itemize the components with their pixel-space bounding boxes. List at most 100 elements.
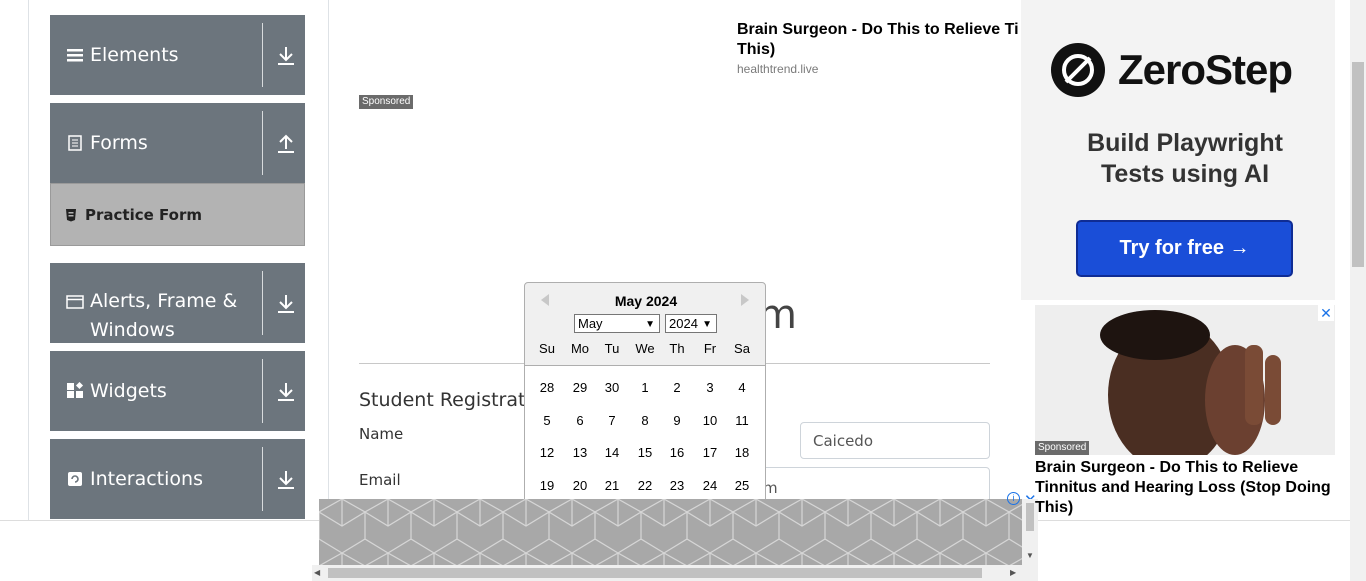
sidebar-group-forms[interactable]: Forms xyxy=(50,103,305,183)
try-for-free-button[interactable]: Try for free → xyxy=(1076,220,1293,277)
scrollbar-thumb[interactable] xyxy=(328,568,982,578)
divider xyxy=(262,271,263,335)
html5-icon xyxy=(66,208,76,221)
divider xyxy=(262,447,263,511)
weekday-label: Sa xyxy=(734,341,750,356)
chevron-down-icon: ▼ xyxy=(645,319,655,330)
zerostep-logo-icon xyxy=(1051,43,1105,97)
ad-title-line2: This) xyxy=(737,41,776,58)
calendar-day[interactable]: 29 xyxy=(564,380,596,395)
calendar-day[interactable]: 6 xyxy=(564,413,596,428)
weekday-label: Tu xyxy=(604,341,620,356)
chevron-right-icon[interactable]: ▶ xyxy=(1010,568,1016,577)
group-header[interactable]: Alerts, Frame & Windows xyxy=(50,263,262,343)
ad-title[interactable]: Brain Surgeon - Do This to Relieve Ti Th… xyxy=(737,20,1027,60)
tagline-line1: Build Playwright xyxy=(1087,129,1283,157)
calendar-day[interactable]: 20 xyxy=(564,478,596,493)
calendar-day[interactable]: 17 xyxy=(694,445,726,460)
calendar-day[interactable]: 2 xyxy=(661,380,693,395)
close-icon[interactable]: ✕ xyxy=(1318,305,1334,321)
weekday-label: Mo xyxy=(570,341,590,356)
sidebar-group-alerts[interactable]: Alerts, Frame & Windows xyxy=(50,263,305,343)
month-select-value: May xyxy=(578,316,603,331)
weekday-label: Th xyxy=(669,341,685,356)
calendar-day[interactable]: 5 xyxy=(531,413,563,428)
email-label: Email xyxy=(359,471,401,489)
sidebar-item-label: Practice Form xyxy=(85,205,202,224)
year-select[interactable]: 2024 ▼ xyxy=(665,314,717,333)
left-border xyxy=(28,0,29,520)
group-header[interactable]: Interactions xyxy=(50,439,262,519)
calendar-day[interactable]: 3 xyxy=(694,380,726,395)
calendar-day[interactable]: 9 xyxy=(661,413,693,428)
chevron-left-icon[interactable]: ◀ xyxy=(314,568,320,577)
calendar-day[interactable]: 21 xyxy=(596,478,628,493)
calendar-day[interactable]: 14 xyxy=(596,445,628,460)
chevron-down-icon: ▼ xyxy=(702,319,712,330)
calendar-day[interactable]: 13 xyxy=(564,445,596,460)
group-label: Widgets xyxy=(90,379,167,402)
sidebar-group-widgets[interactable]: Widgets xyxy=(50,351,305,431)
chevron-down-icon[interactable]: ▼ xyxy=(1026,551,1034,560)
sidebar-group-elements[interactable]: Elements xyxy=(50,15,305,95)
calendar-day[interactable]: 30 xyxy=(596,380,628,395)
calendar-day[interactable]: 16 xyxy=(661,445,693,460)
calendar-day[interactable]: 18 xyxy=(726,445,758,460)
download-icon[interactable] xyxy=(277,293,295,315)
weekday-label: We xyxy=(635,341,655,356)
calendar-day[interactable]: 12 xyxy=(531,445,563,460)
sponsored-badge: Sponsored xyxy=(359,95,414,109)
pattern-image xyxy=(319,499,1022,565)
zerostep-brand: ZeroStep xyxy=(1118,46,1293,93)
divider xyxy=(262,23,263,87)
scrollbar-thumb[interactable] xyxy=(1026,503,1034,531)
sidebar-item-practice-form[interactable]: Practice Form xyxy=(50,183,305,246)
calendar-day[interactable]: 8 xyxy=(629,413,661,428)
scrollbar-thumb[interactable] xyxy=(1352,62,1364,267)
calendar-day[interactable]: 15 xyxy=(629,445,661,460)
calendar-day[interactable]: 22 xyxy=(629,478,661,493)
ad-info-icon[interactable]: i xyxy=(1007,492,1020,505)
page-scrollbar[interactable] xyxy=(1350,0,1366,581)
calendar-day[interactable]: 10 xyxy=(694,413,726,428)
month-select[interactable]: May ▼ xyxy=(574,314,660,333)
last-name-input[interactable]: Caicedo xyxy=(800,422,990,459)
divider xyxy=(262,359,263,423)
calendar-day[interactable]: 23 xyxy=(661,478,693,493)
date-picker[interactable]: May 2024 May ▼ 2024 ▼ Su Mo Tu We Th Fr … xyxy=(524,282,766,512)
group-header[interactable]: Elements xyxy=(50,15,262,95)
calendar-grid: 28 29 30 1 2 3 4 5 6 7 8 9 10 11 12 13 14 15 16 17 18 19 20 21 2… xyxy=(525,366,765,511)
upload-icon[interactable] xyxy=(277,133,295,155)
download-icon[interactable] xyxy=(277,381,295,403)
download-icon[interactable] xyxy=(277,469,295,491)
weekday-label: Su xyxy=(539,341,555,356)
widgets-icon xyxy=(67,382,84,398)
calendar-day[interactable]: 28 xyxy=(531,380,563,395)
interactions-icon xyxy=(68,472,82,486)
group-header[interactable]: Forms xyxy=(50,103,262,183)
calendar-day[interactable]: 7 xyxy=(596,413,628,428)
calendar-day[interactable]: 24 xyxy=(694,478,726,493)
ad-title[interactable]: Brain Surgeon - Do This to Relieve Tinni… xyxy=(1035,458,1340,518)
calendar-day[interactable]: 19 xyxy=(531,478,563,493)
divider xyxy=(262,111,263,175)
year-select-value: 2024 xyxy=(669,316,698,331)
group-header[interactable]: Widgets xyxy=(50,351,262,431)
calendar-day[interactable]: 4 xyxy=(726,380,758,395)
weekday-label: Fr xyxy=(703,341,717,356)
calendar-day[interactable]: 1 xyxy=(629,380,661,395)
sidebar-group-interactions[interactable]: Interactions xyxy=(50,439,305,519)
ad-source[interactable]: healthtrend.live xyxy=(737,62,818,76)
menu-icon xyxy=(67,49,83,62)
calendar-day[interactable]: 11 xyxy=(726,413,758,428)
group-label-line2: Windows xyxy=(90,319,175,341)
zerostep-tagline: Build Playwright Tests using AI xyxy=(1021,128,1349,190)
download-icon[interactable] xyxy=(277,45,295,67)
group-label: Interactions xyxy=(90,467,203,490)
person-image xyxy=(1035,305,1335,455)
name-label: Name xyxy=(359,425,404,443)
ad-horizontal-scrollbar[interactable]: ◀ ▶ xyxy=(312,565,1038,581)
ad-photo[interactable] xyxy=(1035,305,1335,455)
calendar-day[interactable]: 25 xyxy=(726,478,758,493)
bottom-ad-banner[interactable] xyxy=(319,499,1022,565)
